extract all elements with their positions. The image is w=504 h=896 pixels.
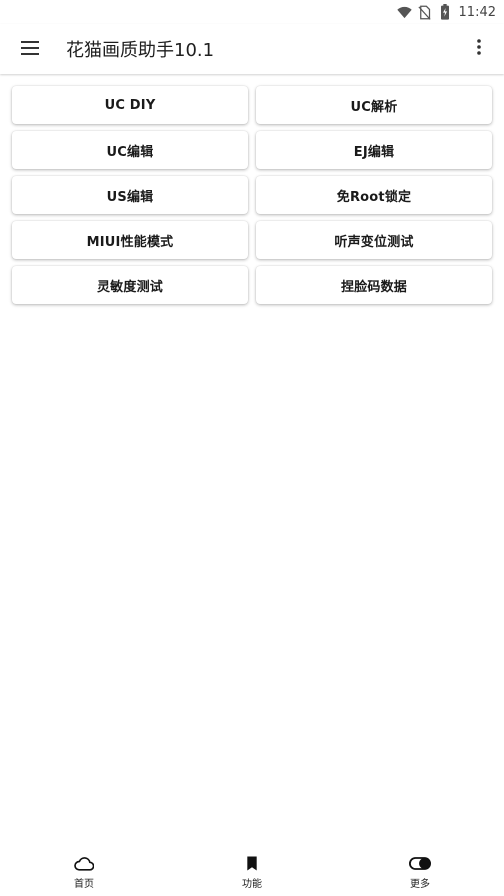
hamburger-menu-icon xyxy=(21,40,39,59)
miui-performance-button[interactable]: MIUI性能模式 xyxy=(12,221,248,259)
status-bar: 11:42 xyxy=(0,0,504,24)
face-code-data-button[interactable]: 捏脸码数据 xyxy=(256,266,492,304)
sensitivity-test-button[interactable]: 灵敏度测试 xyxy=(12,266,248,304)
wifi-icon xyxy=(397,4,413,20)
battery-charging-icon xyxy=(437,4,453,20)
cloud-icon xyxy=(73,855,95,873)
overflow-menu-button[interactable] xyxy=(454,24,504,74)
ej-edit-button[interactable]: EJ编辑 xyxy=(256,131,492,169)
uc-edit-button[interactable]: UC编辑 xyxy=(12,131,248,169)
nav-item-functions[interactable]: 功能 xyxy=(168,848,336,896)
function-grid-container: UC DIY UC解析 UC编辑 EJ编辑 US编辑 免Root锁定 MIUI性… xyxy=(12,86,492,304)
function-grid: UC DIY UC解析 UC编辑 EJ编辑 US编辑 免Root锁定 MIUI性… xyxy=(12,86,492,304)
bottom-navigation: 首页 功能 更多 xyxy=(0,848,504,896)
status-time: 11:42 xyxy=(458,4,496,20)
app-screen: 11:42 花猫画质助手10.1 UC DIY UC解析 UC编辑 EJ编辑 U… xyxy=(0,0,504,896)
app-bar: 花猫画质助手10.1 xyxy=(0,24,504,74)
no-sim-icon xyxy=(417,4,433,20)
no-root-lock-button[interactable]: 免Root锁定 xyxy=(256,176,492,214)
bookmark-icon xyxy=(241,855,263,873)
menu-button[interactable] xyxy=(0,24,60,74)
uc-diy-button[interactable]: UC DIY xyxy=(12,86,248,124)
us-edit-button[interactable]: US编辑 xyxy=(12,176,248,214)
nav-label-more: 更多 xyxy=(410,878,430,890)
nav-item-more[interactable]: 更多 xyxy=(336,848,504,896)
nav-label-home: 首页 xyxy=(74,878,94,890)
uc-parse-button[interactable]: UC解析 xyxy=(256,86,492,124)
page-title: 花猫画质助手10.1 xyxy=(66,40,215,61)
sound-position-test-button[interactable]: 听声变位测试 xyxy=(256,221,492,259)
toggle-icon xyxy=(409,855,431,873)
more-vert-icon xyxy=(477,39,481,59)
nav-item-home[interactable]: 首页 xyxy=(0,848,168,896)
nav-label-functions: 功能 xyxy=(242,878,262,890)
